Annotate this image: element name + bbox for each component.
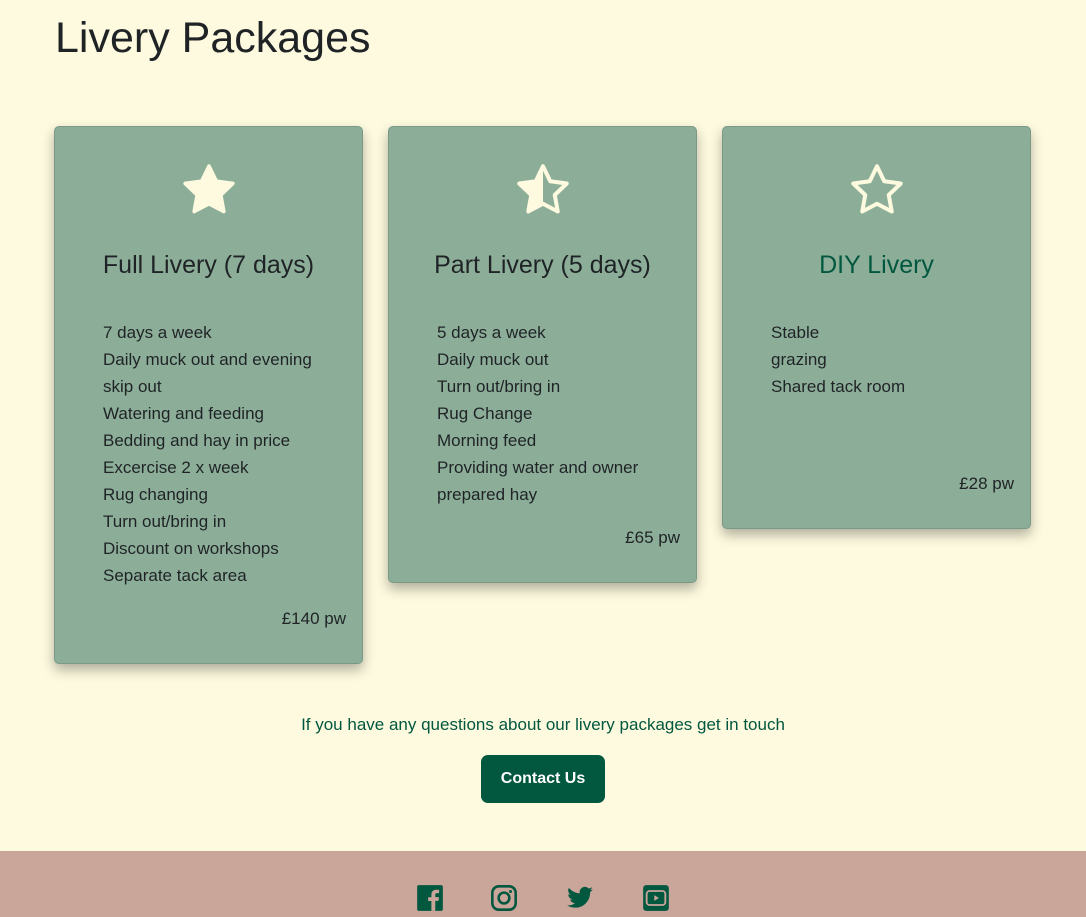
feature-list: Stable grazing Shared tack room — [771, 319, 1011, 400]
feature: Turn out/bring in — [103, 512, 227, 531]
package-card-part: Part Livery (5 days) 5 days a week Daily… — [388, 126, 697, 583]
feature-list: 5 days a week Daily muck out Turn out/br… — [437, 319, 677, 508]
feature: Discount on workshops — [103, 539, 279, 558]
feature-list: 7 days a week Daily muck out and evening… — [103, 319, 343, 589]
feature: grazing — [771, 350, 827, 369]
contact-us-button[interactable]: Contact Us — [481, 755, 605, 803]
star-outline-icon — [851, 164, 903, 214]
youtube-icon[interactable] — [642, 884, 670, 912]
package-price: £28 pw — [959, 474, 1014, 493]
package-card-full: Full Livery (7 days) 7 days a week Daily… — [54, 126, 363, 664]
feature: 7 days a week — [103, 323, 212, 342]
feature: Daily muck out and evening skip out — [103, 350, 312, 396]
package-title: Full Livery (7 days) — [102, 251, 315, 279]
contact-note: If you have any questions about our live… — [301, 715, 785, 734]
star-half-icon — [517, 164, 569, 214]
package-title: Part Livery (5 days) — [434, 251, 651, 279]
feature: Excercise 2 x week — [103, 458, 249, 477]
feature: Providing water and owner prepared hay — [437, 458, 639, 504]
star-full-icon — [183, 164, 235, 214]
feature: Morning feed — [437, 431, 537, 450]
feature: Bedding and hay in price — [103, 431, 291, 450]
feature: Daily muck out — [437, 350, 549, 369]
feature: Separate tack area — [103, 566, 247, 585]
package-card-diy: DIY Livery Stable grazing Shared tack ro… — [722, 126, 1031, 529]
feature: Watering and feeding — [103, 404, 264, 423]
feature: Rug changing — [103, 485, 208, 504]
package-price: £140 pw — [281, 609, 346, 628]
facebook-icon[interactable] — [416, 884, 444, 912]
twitter-icon[interactable] — [564, 884, 596, 912]
feature: 5 days a week — [437, 323, 546, 342]
page-title: Livery Packages — [55, 14, 371, 62]
package-title: DIY Livery — [819, 251, 934, 279]
feature: Turn out/bring in — [437, 377, 561, 396]
feature: Stable — [771, 323, 820, 342]
package-price: £65 pw — [625, 528, 680, 547]
instagram-icon[interactable] — [490, 884, 518, 912]
feature: Shared tack room — [771, 377, 906, 396]
feature: Rug Change — [437, 404, 533, 423]
footer — [0, 851, 1086, 917]
